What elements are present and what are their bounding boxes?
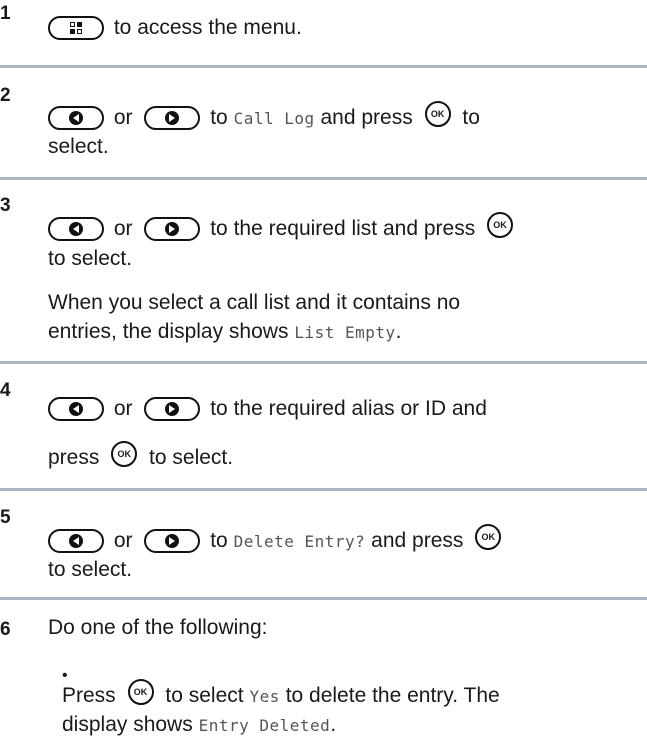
divider [0,597,647,600]
step-number: 4 [0,380,11,401]
step-number: 2 [0,85,11,106]
right-arrow-key-icon [144,529,201,554]
menu-option: Yes [249,687,280,706]
ok-key-icon: OK [127,679,154,706]
step-number: 6 [0,619,11,640]
left-arrow-key-icon [48,217,104,242]
step-1-text: to access the menu. [113,16,302,39]
menu-target: Call Log [233,109,315,128]
step-number: 3 [0,195,11,216]
menu-key-icon [48,16,104,41]
divider [0,177,647,180]
divider [0,361,647,364]
ok-key-icon: OK [487,212,514,239]
display-message: Entry Deleted [198,716,331,735]
right-arrow-key-icon [144,106,201,131]
ok-key-icon: OK [475,524,502,551]
left-arrow-key-icon [48,106,104,131]
display-message: List Empty [294,323,396,342]
right-arrow-key-icon [144,217,201,242]
menu-target: Delete Entry? [233,532,366,551]
left-arrow-key-icon [48,397,104,422]
divider [0,65,647,68]
right-arrow-key-icon [144,397,201,422]
step-number: 1 [0,3,11,24]
left-arrow-key-icon [48,529,104,554]
step-number: 5 [0,507,11,528]
ok-key-icon: OK [111,441,138,468]
ok-key-icon: OK [424,101,451,128]
divider [0,488,647,491]
